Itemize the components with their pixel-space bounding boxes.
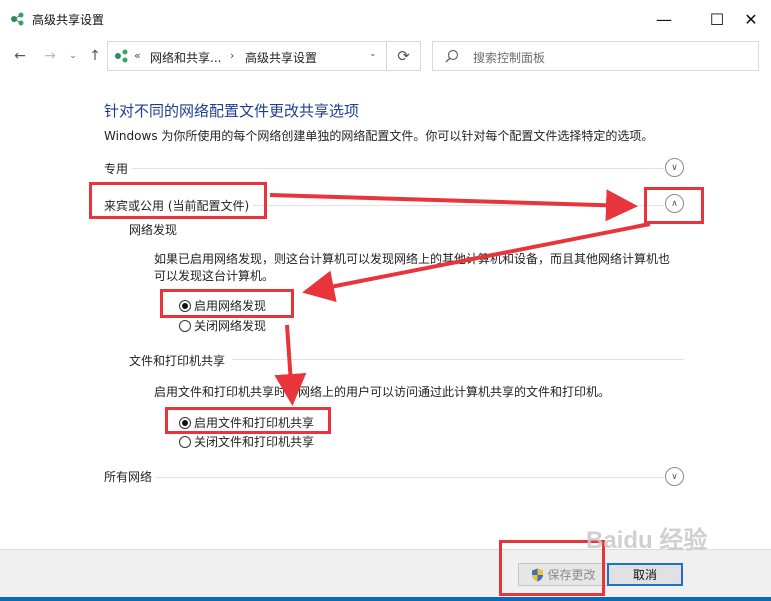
expand-all-networks-chevron-icon[interactable]: ∨: [665, 467, 684, 486]
window-title: 高级共享设置: [32, 13, 105, 27]
file-printer-sharing-title: 文件和打印机共享: [129, 354, 226, 368]
breadcrumb-overflow-icon[interactable]: «: [134, 49, 141, 62]
divider: [232, 359, 684, 360]
annotation-box-enable-sharing: [165, 407, 331, 434]
divider: [104, 168, 664, 169]
back-arrow-icon[interactable]: ←: [10, 46, 30, 66]
network-icon: [115, 49, 128, 63]
close-button[interactable]: ✕: [731, 0, 771, 38]
page-title: 针对不同的网络配置文件更改共享选项: [104, 102, 360, 120]
radio-label[interactable]: 关闭网络发现: [194, 317, 266, 334]
divider: [104, 477, 664, 478]
radio-disable-network-discovery[interactable]: 关闭网络发现: [179, 317, 266, 334]
recent-locations-chevron-icon[interactable]: ⌄: [63, 46, 83, 66]
page-description: Windows 为你所使用的每个网络创建单独的网络配置文件。你可以针对每个配置文…: [104, 129, 654, 143]
footer-bar: 保存更改 取消: [0, 549, 771, 601]
cancel-button[interactable]: 取消: [607, 563, 683, 586]
up-arrow-icon[interactable]: ↑: [85, 46, 105, 66]
annotation-box-enable-discovery: [160, 289, 294, 318]
refresh-icon[interactable]: ⟳: [387, 41, 421, 71]
section-private[interactable]: 专用: [104, 160, 133, 177]
search-input[interactable]: 搜索控制面板: [432, 41, 759, 71]
forward-arrow-icon[interactable]: →: [40, 46, 60, 66]
network-discovery-title: 网络发现: [129, 223, 178, 237]
expand-private-chevron-icon[interactable]: ∨: [665, 158, 684, 177]
address-bar[interactable]: « 网络和共享... › 高级共享设置 ⌄: [107, 41, 387, 71]
network-discovery-description-line2: 可以发现这台计算机。: [154, 269, 275, 283]
main-content: 针对不同的网络配置文件更改共享选项 Windows 为你所使用的每个网络创建单独…: [0, 74, 771, 549]
taskbar-strip: [0, 597, 771, 601]
radio-button-unchecked[interactable]: [179, 435, 191, 448]
radio-disable-file-printer-sharing[interactable]: 关闭文件和打印机共享: [179, 433, 314, 450]
section-all-networks[interactable]: 所有网络: [104, 468, 157, 485]
breadcrumb-chevron-icon[interactable]: ›: [230, 49, 234, 62]
address-dropdown-icon[interactable]: ⌄: [369, 49, 377, 59]
annotation-box-guest-public: [89, 182, 267, 219]
network-app-icon: [11, 12, 24, 26]
navigation-bar: ← → ⌄ ↑ « 网络和共享... › 高级共享设置 ⌄ ⟳ 搜索控制面板: [0, 38, 771, 74]
breadcrumb-advanced-sharing[interactable]: 高级共享设置: [245, 49, 317, 66]
breadcrumb-network-sharing[interactable]: 网络和共享...: [150, 49, 221, 66]
network-discovery-description-line1: 如果已启用网络发现，则这台计算机可以发现网络上的其他计算机和设备，而且其他网络计…: [154, 252, 671, 266]
annotation-box-chevron: [644, 187, 704, 224]
radio-label[interactable]: 关闭文件和打印机共享: [194, 433, 314, 450]
search-placeholder: 搜索控制面板: [473, 51, 546, 65]
watermark-logo: Baidu 经验: [586, 527, 708, 554]
minimize-button[interactable]: —: [641, 0, 687, 38]
file-printer-sharing-description: 启用文件和打印机共享时，网络上的用户可以访问通过此计算机共享的文件和打印机。: [154, 385, 611, 399]
radio-button-unchecked[interactable]: [179, 319, 191, 332]
search-icon: [445, 49, 459, 63]
title-bar: 高级共享设置 — ☐ ✕: [0, 0, 771, 38]
